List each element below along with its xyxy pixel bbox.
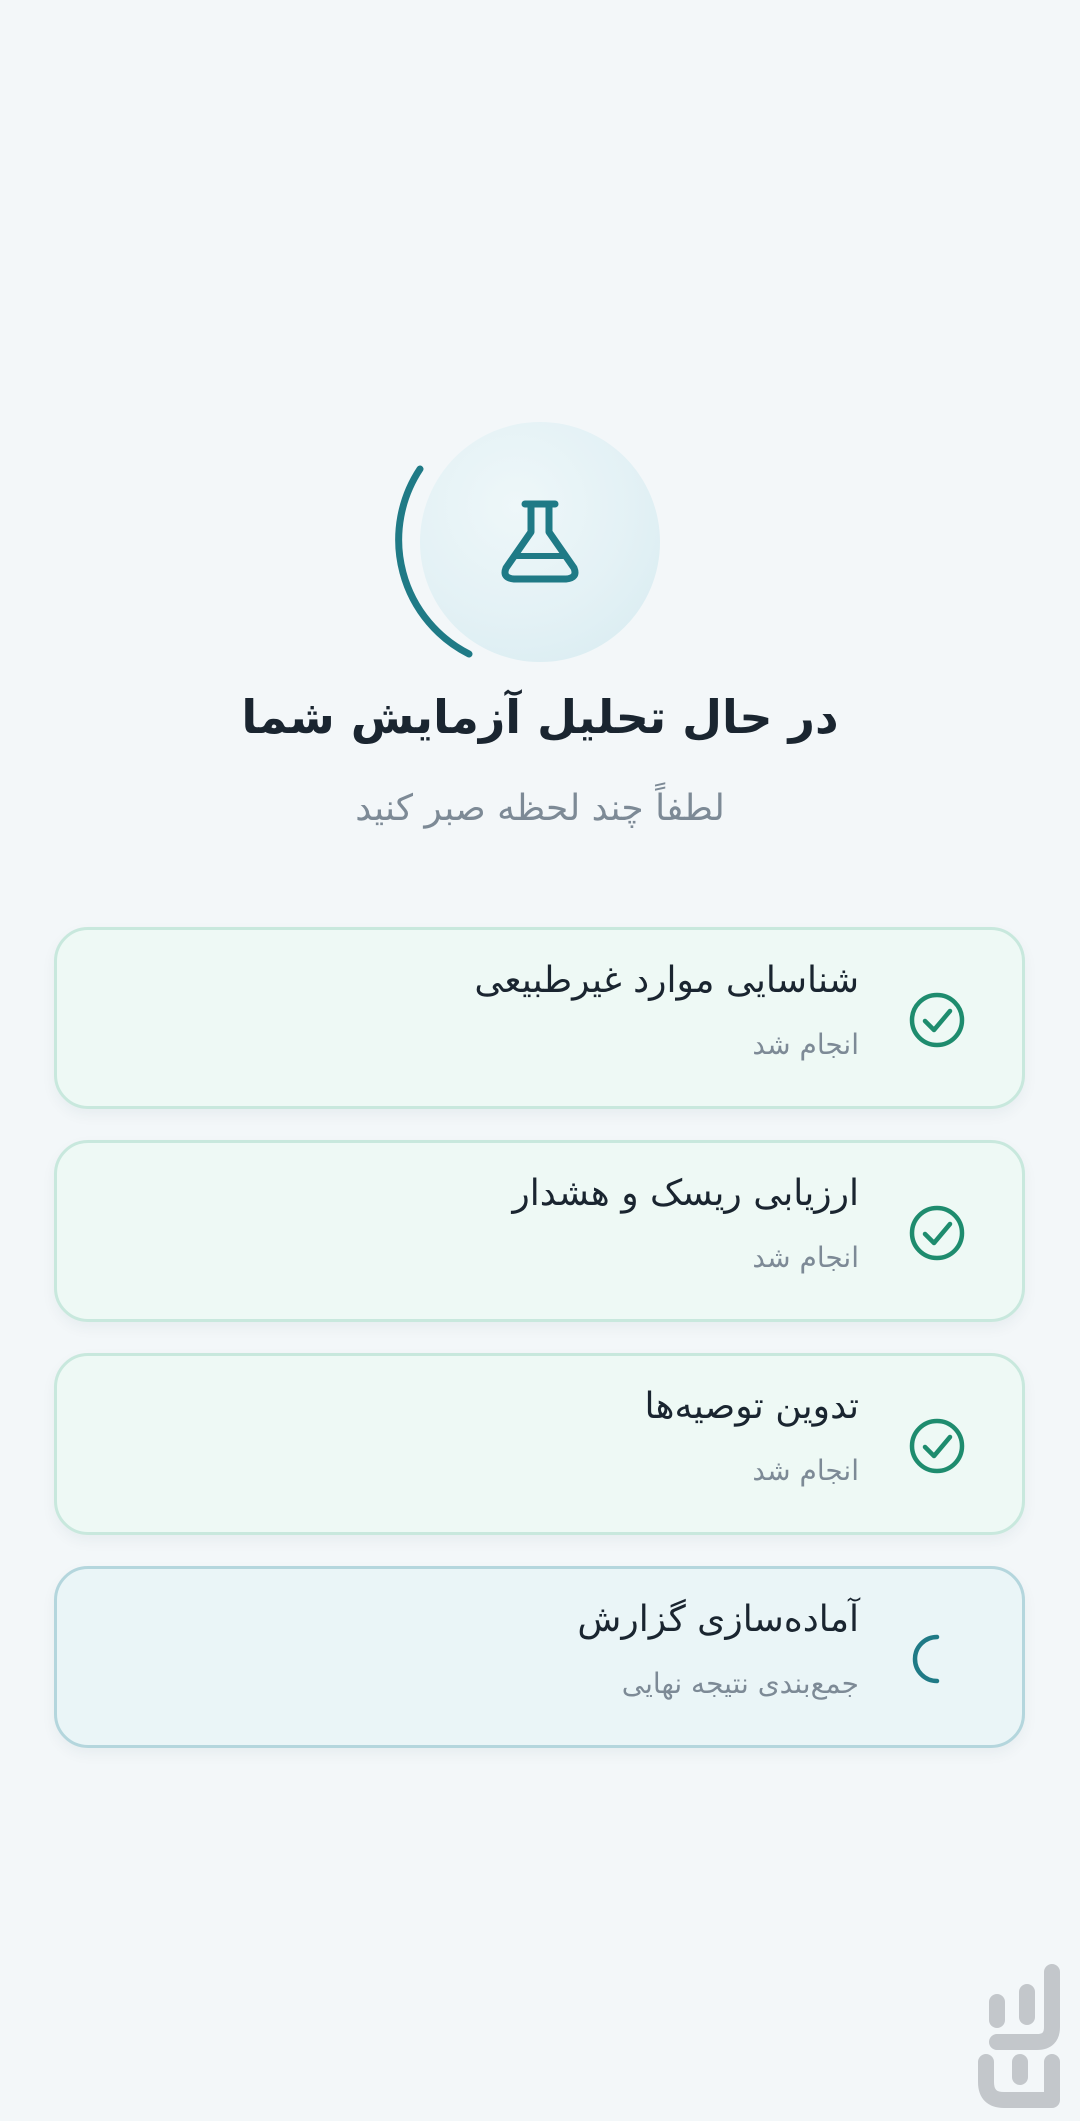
step-status-text: انجام شد bbox=[752, 1028, 859, 1061]
step-card-report-preparation: آماده‌سازی گزارش جمع‌بندی نتیجه نهایی bbox=[54, 1566, 1025, 1748]
analysis-hero bbox=[0, 380, 1080, 680]
check-circle-icon bbox=[909, 1418, 965, 1474]
step-status-text: انجام شد bbox=[752, 1241, 859, 1274]
step-card-risk-assessment: ارزیابی ریسک و هشدار انجام شد bbox=[54, 1140, 1025, 1322]
app-store-logo-icon bbox=[978, 1964, 1060, 2108]
flask-icon-circle bbox=[420, 422, 660, 662]
step-card-abnormal-detection: شناسایی موارد غیرطبیعی انجام شد bbox=[54, 927, 1025, 1109]
step-status-text: انجام شد bbox=[752, 1454, 859, 1487]
page-title: در حال تحلیل آزمایش شما bbox=[241, 690, 839, 744]
flask-icon bbox=[501, 500, 579, 583]
step-status-text: جمع‌بندی نتیجه نهایی bbox=[621, 1667, 859, 1700]
spinner-icon bbox=[912, 1634, 940, 1684]
step-title: ارزیابی ریسک و هشدار bbox=[512, 1173, 859, 1214]
check-circle-icon bbox=[909, 992, 965, 1048]
step-title: تدوین توصیه‌ها bbox=[644, 1386, 859, 1427]
check-circle-icon bbox=[909, 1205, 965, 1261]
loading-spinner bbox=[395, 400, 665, 670]
analysis-steps-list: شناسایی موارد غیرطبیعی انجام شد ارزیابی … bbox=[54, 927, 1025, 1779]
page-subtitle: لطفاً چند لحظه صبر کنید bbox=[355, 788, 725, 829]
step-title: آماده‌سازی گزارش bbox=[577, 1599, 859, 1640]
step-card-recommendations: تدوین توصیه‌ها انجام شد bbox=[54, 1353, 1025, 1535]
step-title: شناسایی موارد غیرطبیعی bbox=[474, 960, 859, 1001]
